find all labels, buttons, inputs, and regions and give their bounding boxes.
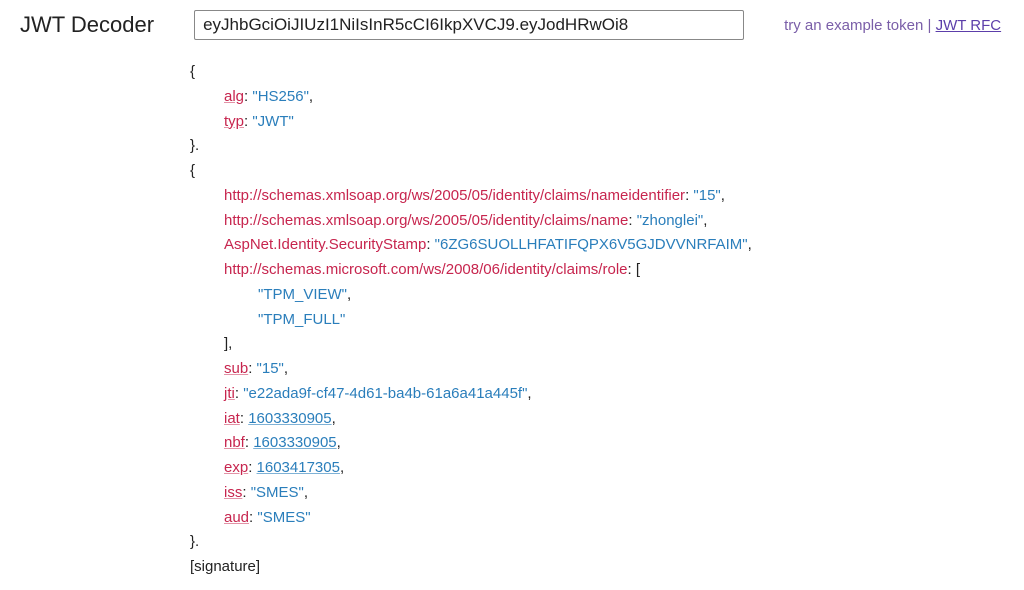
jwt-rfc-link[interactable]: JWT RFC (936, 17, 1002, 34)
payload-nameid-row: http://schemas.xmlsoap.org/ws/2005/05/id… (190, 184, 1004, 209)
payload-name-row: http://schemas.xmlsoap.org/ws/2005/05/id… (190, 209, 1004, 234)
key-aud[interactable]: aud (224, 509, 249, 526)
payload-role-row: http://schemas.microsoft.com/ws/2008/06/… (190, 258, 1004, 283)
key-nbf[interactable]: nbf (224, 434, 245, 451)
key-exp[interactable]: exp (224, 459, 248, 476)
header-open: { (190, 60, 1004, 85)
example-token-link[interactable]: try an example token (784, 17, 923, 34)
payload-close: }. (190, 530, 1004, 555)
val-alg: "HS256" (252, 88, 309, 105)
payload-jti-row: jti: "e22ada9f-cf47-4d61-ba4b-61a6a41a44… (190, 382, 1004, 407)
val-iat[interactable]: 1603330905 (248, 410, 331, 427)
key-nameidentifier: http://schemas.xmlsoap.org/ws/2005/05/id… (224, 187, 685, 204)
key-jti[interactable]: jti (224, 385, 235, 402)
payload-sub-row: sub: "15", (190, 357, 1004, 382)
role-item-0: "TPM_VIEW", (190, 283, 1004, 308)
val-aud: "SMES" (257, 509, 310, 526)
header-bar: JWT Decoder try an example token | JWT R… (20, 10, 1004, 40)
payload-iss-row: iss: "SMES", (190, 481, 1004, 506)
payload-iat-row: iat: 1603330905, (190, 407, 1004, 432)
page-title: JWT Decoder (20, 12, 154, 38)
key-iat[interactable]: iat (224, 410, 240, 427)
key-typ[interactable]: typ (224, 113, 244, 130)
payload-nbf-row: nbf: 1603330905, (190, 431, 1004, 456)
decoded-output: { alg: "HS256", typ: "JWT" }. { http://s… (190, 60, 1004, 580)
header-alg-row: alg: "HS256", (190, 85, 1004, 110)
payload-aud-row: aud: "SMES" (190, 506, 1004, 531)
key-name: http://schemas.xmlsoap.org/ws/2005/05/id… (224, 212, 628, 229)
payload-stamp-row: AspNet.Identity.SecurityStamp: "6ZG6SUOL… (190, 233, 1004, 258)
val-nbf[interactable]: 1603330905 (253, 434, 336, 451)
val-typ: "JWT" (252, 113, 293, 130)
key-iss[interactable]: iss (224, 484, 242, 501)
signature-label: [signature] (190, 555, 1004, 580)
key-role: http://schemas.microsoft.com/ws/2008/06/… (224, 261, 628, 278)
payload-exp-row: exp: 1603417305, (190, 456, 1004, 481)
role-item-1: "TPM_FULL" (190, 308, 1004, 333)
val-nameidentifier: "15" (693, 187, 720, 204)
header-typ-row: typ: "JWT" (190, 110, 1004, 135)
key-alg[interactable]: alg (224, 88, 244, 105)
val-securitystamp: "6ZG6SUOLLHFATIFQPX6V5GJDVVNRFAIM" (435, 236, 748, 253)
key-securitystamp: AspNet.Identity.SecurityStamp (224, 236, 426, 253)
val-jti: "e22ada9f-cf47-4d61-ba4b-61a6a41a445f" (243, 385, 527, 402)
val-name: "zhonglei" (637, 212, 704, 229)
val-iss: "SMES" (251, 484, 304, 501)
val-sub: "15" (257, 360, 284, 377)
jwt-input[interactable] (194, 10, 744, 40)
payload-open: { (190, 159, 1004, 184)
example-links: try an example token | JWT RFC (784, 17, 1001, 34)
header-close: }. (190, 134, 1004, 159)
key-sub[interactable]: sub (224, 360, 248, 377)
role-close: ], (190, 332, 1004, 357)
val-exp[interactable]: 1603417305 (257, 459, 340, 476)
